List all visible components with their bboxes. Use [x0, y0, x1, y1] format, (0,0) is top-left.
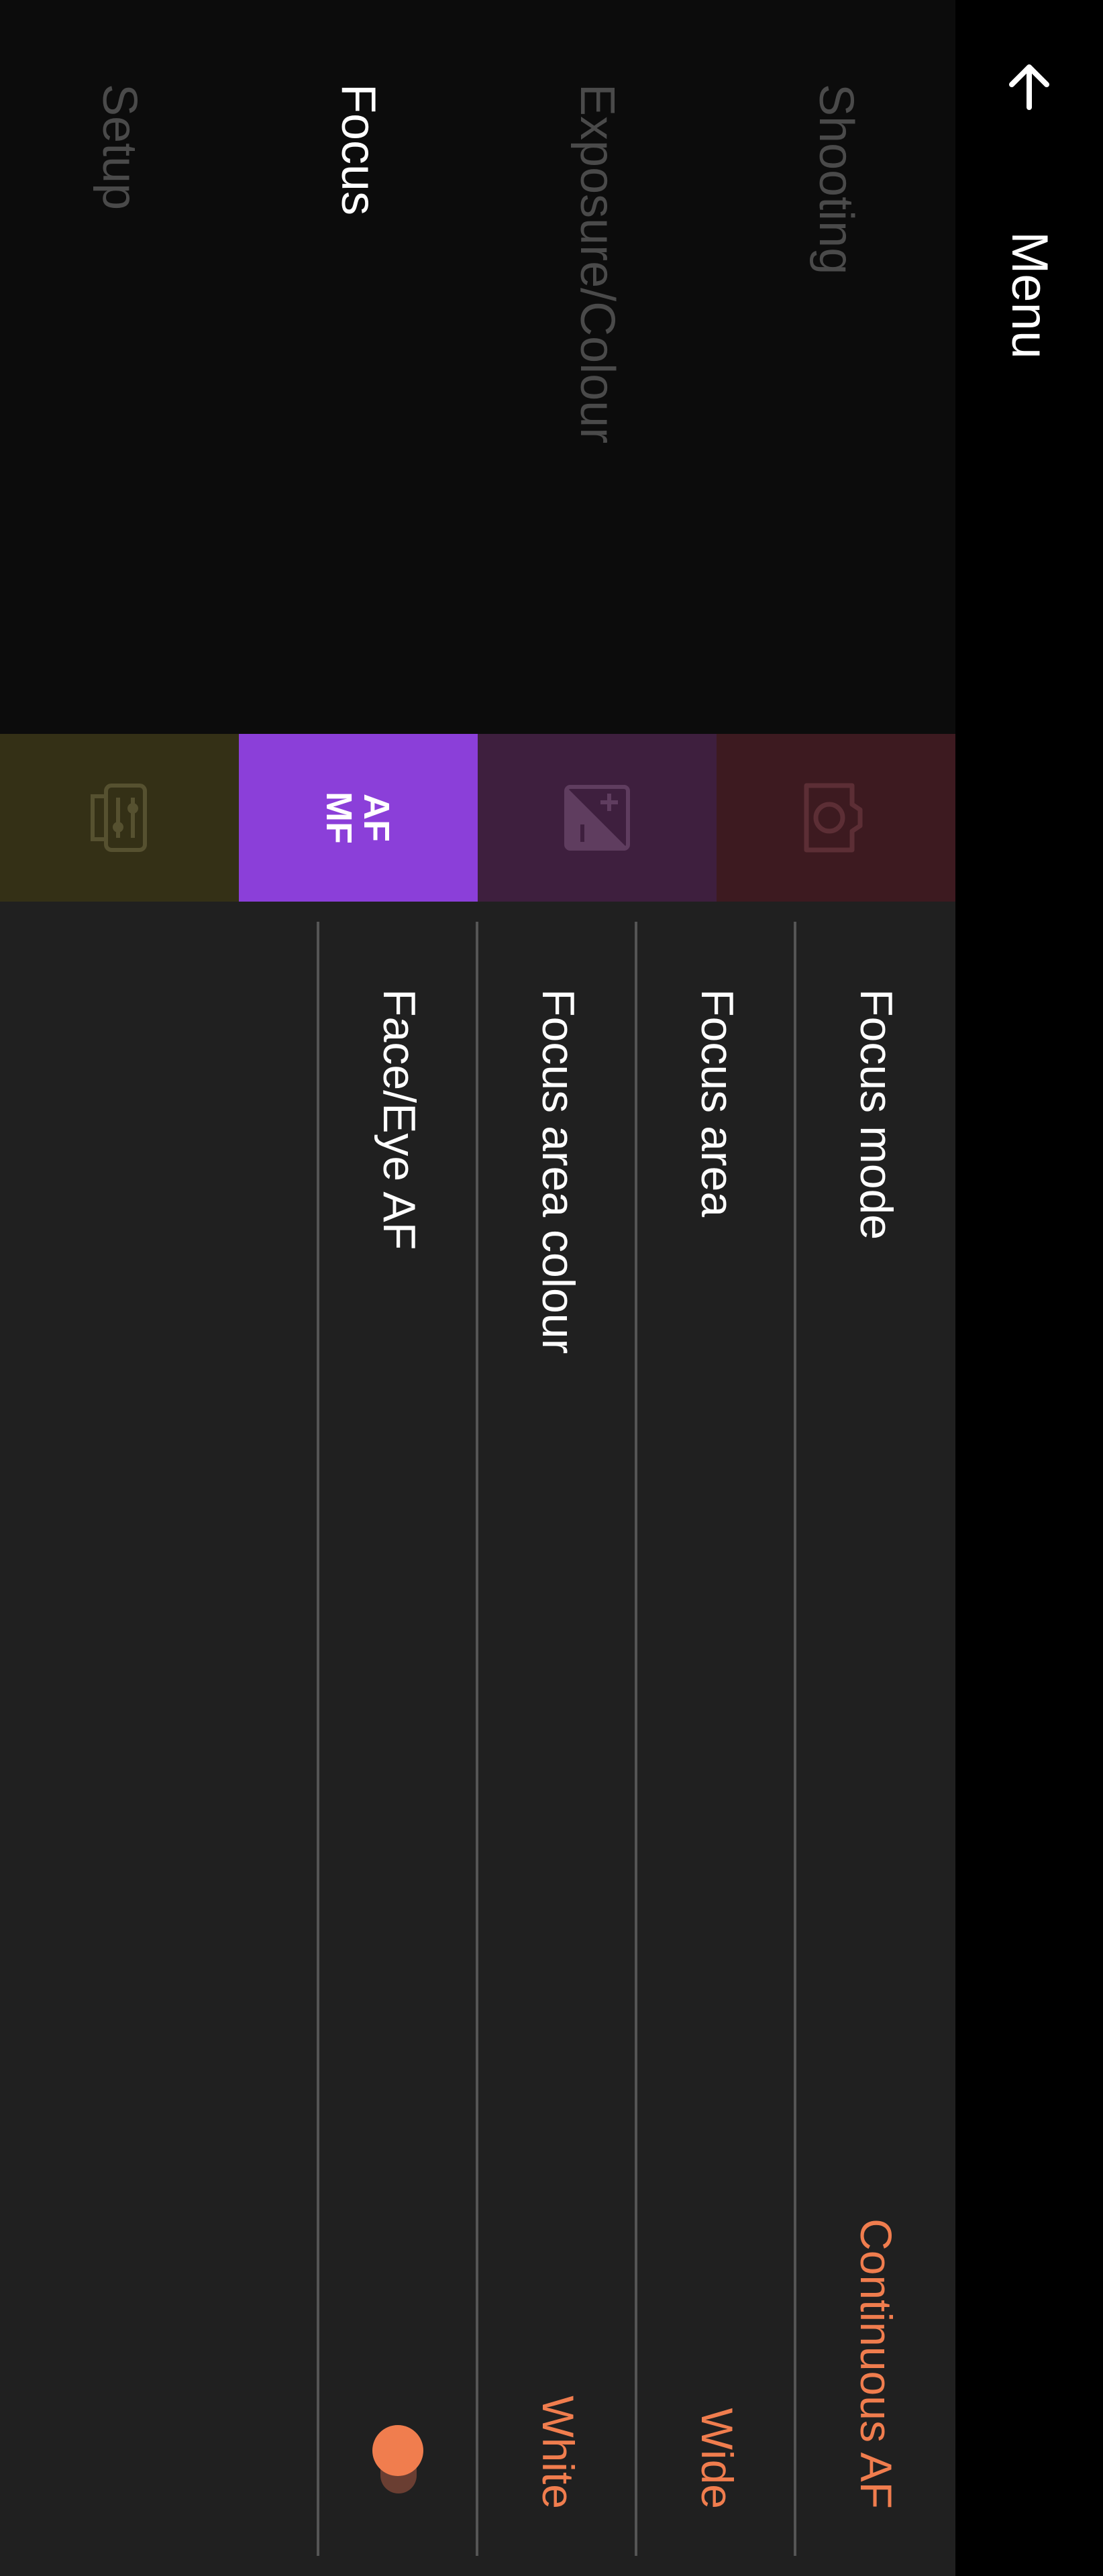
setting-focus-mode[interactable]: Focus mode Continuous AF: [794, 922, 955, 2556]
arrow-back-icon: [1009, 64, 1049, 110]
af-text: AF: [356, 794, 397, 842]
tab-icons: AF MF: [0, 734, 955, 902]
setup-sliders-icon: [91, 784, 147, 852]
tab-setup[interactable]: [0, 734, 239, 902]
tab-list: Shooting Exposure/Colour Focus Setup AF …: [0, 0, 955, 902]
face-eye-af-toggle[interactable]: [372, 2425, 423, 2499]
setting-label: Face/Eye AF: [374, 989, 425, 1250]
tab-exposure-colour-label[interactable]: Exposure/Colour: [478, 84, 717, 443]
tab-focus-label[interactable]: Focus: [239, 84, 478, 215]
tab-shooting-label[interactable]: Shooting: [717, 84, 955, 274]
menu-screen: Menu Shooting Exposure/Colour Focus Setu…: [0, 0, 1103, 2576]
setting-label: Focus area colour: [533, 989, 584, 1354]
toggle-knob: [372, 2425, 423, 2476]
setting-value: Wide: [692, 2408, 742, 2509]
setting-focus-area[interactable]: Focus area Wide: [635, 922, 796, 2556]
setting-face-eye-af[interactable]: Face/Eye AF: [317, 922, 478, 2556]
back-button[interactable]: [989, 47, 1069, 127]
camera-icon: [804, 783, 863, 853]
tab-focus[interactable]: AF MF: [239, 734, 478, 902]
exposure-compensation-icon: [564, 785, 630, 851]
header: Menu: [955, 0, 1103, 2576]
setting-value: Continuous AF: [851, 2218, 901, 2509]
setting-value: White: [533, 2396, 583, 2509]
setting-focus-area-colour[interactable]: Focus area colour White: [476, 922, 637, 2556]
page-title: Menu: [1001, 231, 1058, 360]
mf-text: MF: [319, 792, 359, 844]
tab-exposure-colour[interactable]: [478, 734, 717, 902]
af-mf-icon: AF MF: [319, 792, 397, 844]
setting-label: Focus mode: [851, 989, 902, 1240]
tab-shooting[interactable]: [717, 734, 955, 902]
tab-setup-label[interactable]: Setup: [0, 84, 239, 210]
focus-settings-list: Focus mode Continuous AF Focus area Wide…: [0, 902, 955, 2576]
setting-label: Focus area: [692, 989, 743, 1218]
screen: Menu Shooting Exposure/Colour Focus Setu…: [0, 0, 1103, 2576]
